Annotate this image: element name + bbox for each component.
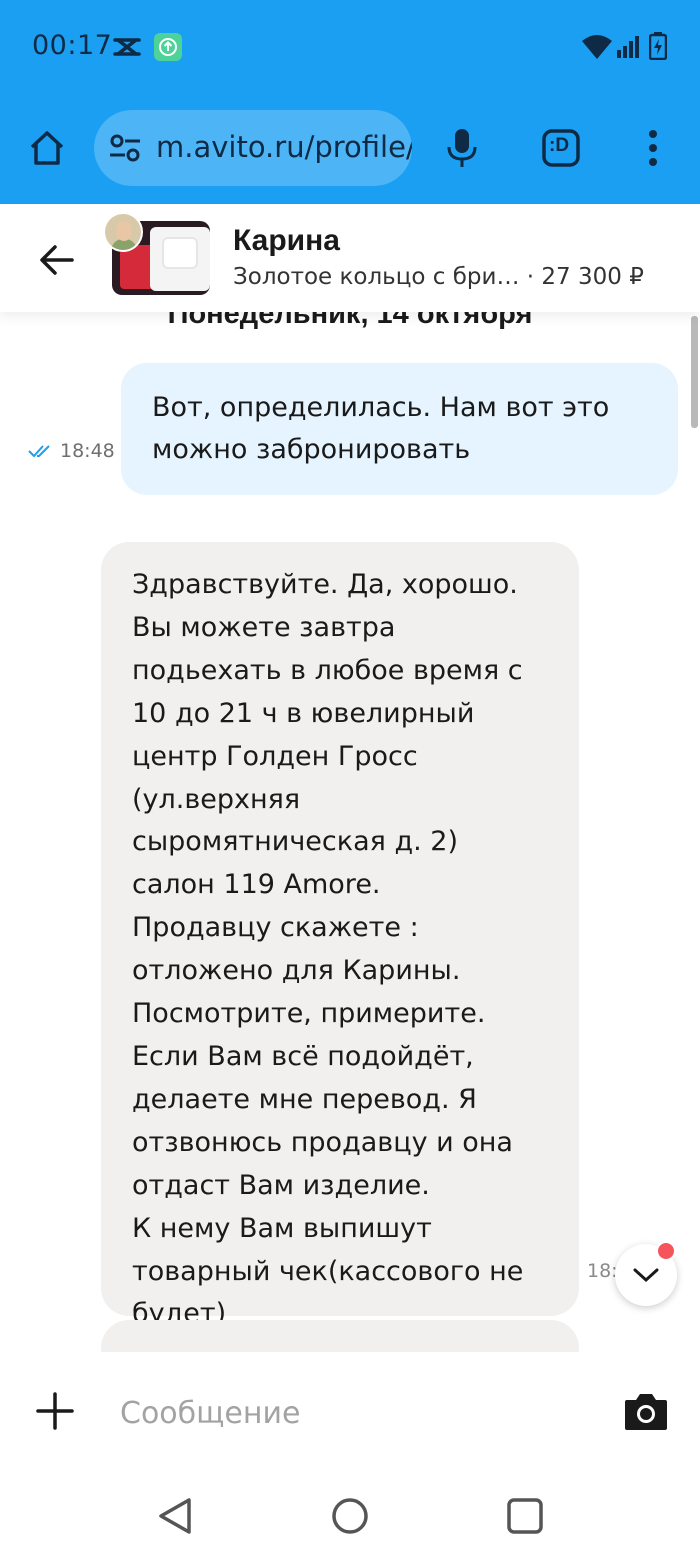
- item-subtitle[interactable]: Золотое кольцо с бри… · 27 300 ₽: [233, 264, 644, 290]
- plus-icon: [36, 1392, 74, 1430]
- next-incoming-message-bubble[interactable]: [101, 1320, 579, 1352]
- home-icon: [30, 131, 64, 165]
- status-time: 00:17: [32, 30, 113, 61]
- battery-charging-icon: [648, 32, 668, 65]
- voice-search-button[interactable]: [437, 123, 487, 173]
- signal-icon: [617, 36, 641, 63]
- triangle-back-icon: [159, 1498, 191, 1534]
- upload-status-icon: [153, 32, 183, 67]
- status-bar: 00:17: [0, 0, 700, 95]
- incoming-message-time: 18:: [587, 1260, 617, 1282]
- attach-button[interactable]: [34, 1390, 76, 1432]
- arrow-left-icon: [40, 245, 74, 275]
- outgoing-message-meta: 18:48: [28, 440, 115, 462]
- wifi-icon: [581, 33, 613, 66]
- camera-icon: [625, 1394, 667, 1430]
- system-home-button[interactable]: [328, 1494, 372, 1538]
- url-text[interactable]: m.avito.ru/profile/: [156, 130, 412, 164]
- scrollbar[interactable]: [691, 316, 698, 428]
- double-check-icon: [28, 445, 50, 458]
- more-vertical-icon: [649, 130, 657, 166]
- chevron-down-icon: [633, 1268, 659, 1283]
- message-composer: [0, 1352, 700, 1472]
- contact-name[interactable]: Карина: [233, 224, 340, 258]
- message-input[interactable]: [120, 1388, 600, 1438]
- browser-chrome: 00:17 m.avito.ru/profile/:D: [0, 0, 700, 204]
- outgoing-message-time: 18:48: [60, 440, 115, 462]
- circle-home-icon: [332, 1498, 368, 1534]
- url-bar[interactable]: m.avito.ru/profile/: [94, 110, 412, 186]
- back-button[interactable]: [34, 236, 82, 284]
- browser-menu-button[interactable]: [628, 123, 678, 173]
- chat-messages[interactable]: Понедельник, 14 октября 18:48 Вот, опред…: [0, 204, 700, 1352]
- unread-indicator: [656, 1241, 676, 1261]
- chat-header: Карина Золотое кольцо с бри… · 27 300 ₽: [0, 204, 700, 312]
- home-button[interactable]: [22, 123, 72, 173]
- site-settings-icon[interactable]: [108, 132, 142, 169]
- incoming-message-bubble[interactable]: Здравствуйте. Да, хорошо. Вы можете завт…: [101, 542, 579, 1329]
- system-back-button[interactable]: [153, 1494, 197, 1538]
- system-recents-button[interactable]: [503, 1494, 547, 1538]
- system-navigation-bar: [0, 1472, 700, 1561]
- camera-button[interactable]: [623, 1390, 669, 1432]
- tab-switcher-button[interactable]: :D: [536, 123, 586, 173]
- outgoing-message-bubble[interactable]: Вот, определилась. Нам вот это можно заб…: [121, 363, 678, 495]
- browser-toolbar: m.avito.ru/profile/ :D: [0, 105, 700, 195]
- tab-switcher-label: :D: [549, 135, 570, 156]
- capcut-icon: [112, 32, 142, 67]
- avatar[interactable]: [103, 212, 143, 252]
- microphone-icon: [447, 129, 477, 167]
- square-recents-icon: [507, 1498, 543, 1534]
